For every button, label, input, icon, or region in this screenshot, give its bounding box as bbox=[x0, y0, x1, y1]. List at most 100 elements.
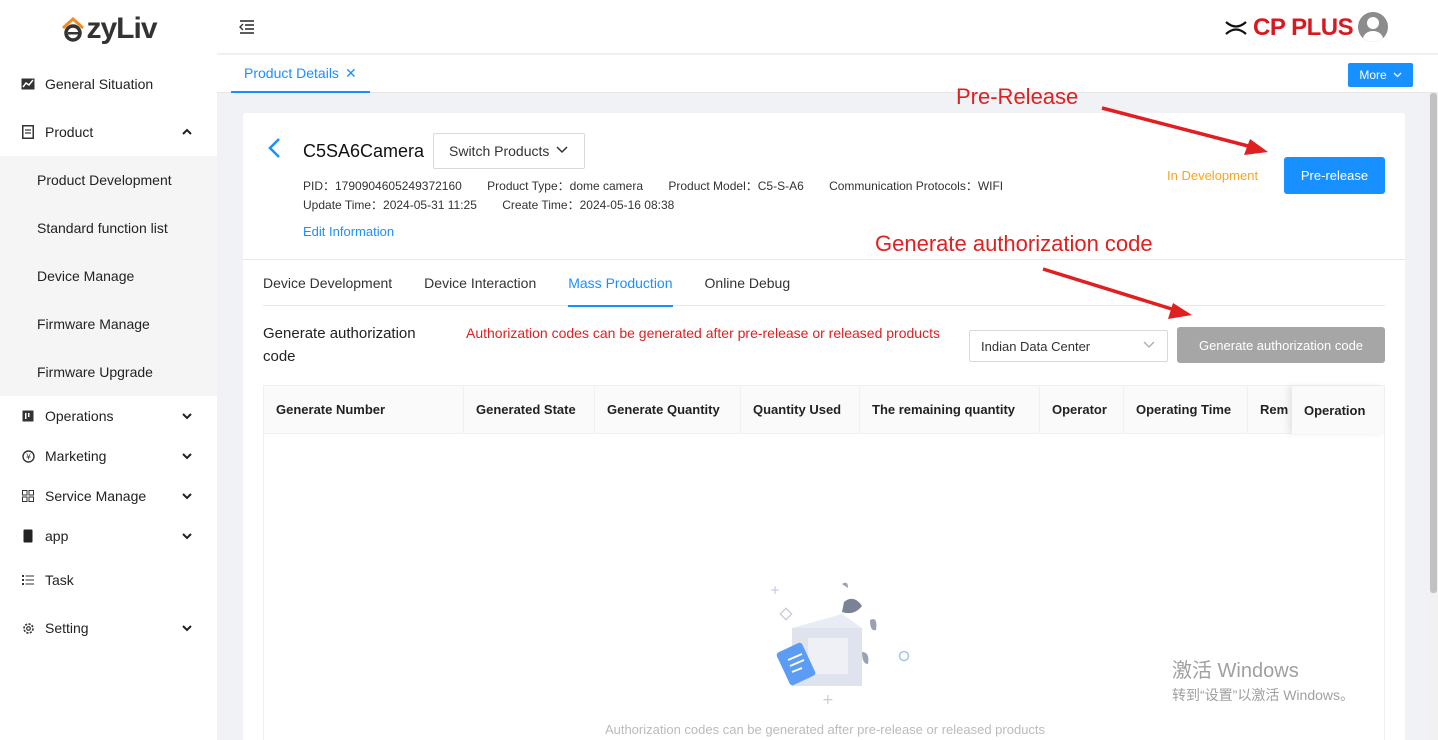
inner-tabs: Device Development Device Interaction Ma… bbox=[263, 260, 1385, 307]
list-icon bbox=[21, 573, 35, 587]
column-header: Generate Number bbox=[264, 386, 464, 433]
sidebar-item-product-development[interactable]: Product Development bbox=[0, 156, 217, 204]
sidebar-item-firmware-upgrade[interactable]: Firmware Upgrade bbox=[0, 348, 217, 396]
warning-note: Authorization codes can be generated aft… bbox=[466, 325, 940, 341]
more-button[interactable]: More bbox=[1348, 63, 1413, 87]
annotation-generate: Generate authorization code bbox=[875, 231, 1153, 256]
sidebar-item-label: Product bbox=[45, 124, 94, 140]
grid-icon bbox=[21, 489, 35, 503]
product-model: Product Model：C5-S-A6 bbox=[668, 179, 804, 193]
top-bar: CP PLUS bbox=[217, 0, 1438, 54]
chevron-down-icon bbox=[182, 625, 192, 632]
logo-text: zyLiv bbox=[86, 12, 157, 45]
update-time: Update Time：2024-05-31 11:25 bbox=[303, 198, 477, 212]
sidebar-item-task[interactable]: Task bbox=[0, 556, 217, 604]
column-header: Rem bbox=[1248, 386, 1293, 433]
brand-mark-icon bbox=[1225, 21, 1247, 35]
product-submenu: Product Development Standard function li… bbox=[0, 156, 217, 396]
status-badge: In Development bbox=[1167, 168, 1259, 183]
column-header: Operating Time bbox=[1124, 386, 1248, 433]
empty-box-icon: + + bbox=[770, 582, 910, 708]
sidebar-item-label: Operations bbox=[45, 408, 114, 424]
sidebar-item-general-situation[interactable]: General Situation bbox=[0, 60, 217, 108]
data-center-select[interactable]: Indian Data Center bbox=[969, 330, 1168, 362]
svg-text:+: + bbox=[770, 583, 780, 597]
edit-information-link[interactable]: Edit Information bbox=[303, 224, 394, 239]
sidebar-item-product[interactable]: Product bbox=[0, 108, 217, 156]
sidebar-item-app[interactable]: app bbox=[0, 516, 217, 556]
operations-icon bbox=[21, 409, 35, 423]
sidebar-item-device-manage[interactable]: Device Manage bbox=[0, 252, 217, 300]
close-icon[interactable]: ✕ bbox=[345, 65, 357, 82]
menu-collapse-icon[interactable] bbox=[238, 18, 256, 36]
more-label: More bbox=[1359, 68, 1387, 82]
svg-text:+: + bbox=[822, 692, 834, 708]
column-header: Generate Quantity bbox=[595, 386, 741, 433]
tab-label: Product Details bbox=[244, 65, 339, 81]
annotation-pre-release: Pre-Release bbox=[956, 84, 1079, 109]
product-name: C5SA6Camera bbox=[303, 141, 425, 161]
phone-icon bbox=[21, 529, 35, 543]
sidebar-item-marketing[interactable]: ¥ Marketing bbox=[0, 436, 217, 476]
product-card: C5SA6Camera Switch Products PID：17909046… bbox=[243, 113, 1405, 740]
sidebar-item-label: app bbox=[45, 528, 69, 544]
column-header: The remaining quantity bbox=[860, 386, 1040, 433]
watermark-line-2: 转到“设置”以激活 Windows。 bbox=[1172, 687, 1355, 703]
svg-text:¥: ¥ bbox=[25, 452, 30, 461]
tab-device-development[interactable]: Device Development bbox=[263, 260, 392, 306]
sidebar-item-setting[interactable]: Setting bbox=[0, 604, 217, 652]
product-protocol: Communication Protocols：WIFI bbox=[829, 179, 1004, 193]
column-header: Operator bbox=[1040, 386, 1124, 433]
chevron-down-icon bbox=[556, 146, 568, 154]
table-header: Generate Number Generated State Generate… bbox=[264, 386, 1384, 434]
sidebar-item-firmware-manage[interactable]: Firmware Manage bbox=[0, 300, 217, 348]
chevron-down-icon bbox=[1143, 341, 1155, 348]
logo-house-icon bbox=[62, 16, 85, 42]
switch-products-button[interactable]: Switch Products bbox=[433, 133, 585, 169]
watermark-line-1: 激活 Windows bbox=[1172, 660, 1299, 682]
chevron-down-icon bbox=[182, 413, 192, 420]
sidebar-item-service-manage[interactable]: Service Manage bbox=[0, 476, 217, 516]
chevron-down-icon bbox=[182, 533, 192, 540]
sidebar-item-operations[interactable]: Operations bbox=[0, 396, 217, 436]
column-header: Operation bbox=[1292, 386, 1384, 434]
sidebar-item-label: Task bbox=[45, 572, 74, 588]
sidebar-item-label: Service Manage bbox=[45, 488, 147, 504]
chevron-down-icon bbox=[1393, 72, 1402, 78]
pre-release-button[interactable]: Pre-release bbox=[1284, 157, 1385, 194]
back-arrow-icon[interactable] bbox=[265, 137, 285, 159]
product-meta-row-2: Update Time：2024-05-31 11:25 Create Time… bbox=[303, 196, 696, 213]
data-center-value: Indian Data Center bbox=[981, 338, 1091, 354]
column-header: Generated State bbox=[464, 386, 595, 433]
avatar[interactable] bbox=[1358, 12, 1388, 42]
sidebar: zyLiv General Situation Product Product … bbox=[0, 0, 217, 740]
product-icon bbox=[21, 125, 35, 139]
page-tabs-bar: Product Details ✕ More bbox=[217, 55, 1438, 93]
create-time: Create Time：2024-05-16 08:38 bbox=[502, 198, 675, 212]
column-header: Quantity Used bbox=[741, 386, 860, 433]
sidebar-item-label: General Situation bbox=[45, 76, 154, 92]
brand-logo: CP PLUS bbox=[1225, 14, 1354, 42]
brand-text: CP PLUS bbox=[1253, 14, 1354, 41]
logo: zyLiv bbox=[0, 0, 217, 58]
scrollbar-thumb[interactable] bbox=[1430, 93, 1437, 593]
tab-online-debug[interactable]: Online Debug bbox=[705, 260, 791, 306]
tab-device-interaction[interactable]: Device Interaction bbox=[424, 260, 536, 306]
sidebar-item-label: Setting bbox=[45, 620, 89, 636]
section-title: Generate authorization code bbox=[263, 325, 416, 365]
product-type: Product Type：dome camera bbox=[487, 179, 644, 193]
chevron-down-icon bbox=[182, 453, 192, 460]
gear-icon bbox=[21, 621, 35, 635]
sidebar-item-label: Marketing bbox=[45, 448, 107, 464]
generate-authorization-code-button[interactable]: Generate authorization code bbox=[1177, 327, 1385, 363]
sidebar-item-standard-function-list[interactable]: Standard function list bbox=[0, 204, 217, 252]
chevron-down-icon bbox=[182, 493, 192, 500]
product-meta-row-1: PID：1790904605249372160 Product Type：dom… bbox=[303, 177, 1025, 194]
chart-icon bbox=[21, 77, 35, 91]
empty-state-text: Authorization codes can be generated aft… bbox=[604, 722, 1046, 737]
tab-mass-production[interactable]: Mass Production bbox=[568, 260, 673, 307]
switch-products-label: Switch Products bbox=[449, 143, 550, 159]
windows-activation-watermark: 激活 Windows 转到“设置”以激活 Windows。 bbox=[1172, 654, 1354, 705]
tab-product-details[interactable]: Product Details ✕ bbox=[231, 55, 370, 93]
user-icon bbox=[1363, 17, 1383, 42]
